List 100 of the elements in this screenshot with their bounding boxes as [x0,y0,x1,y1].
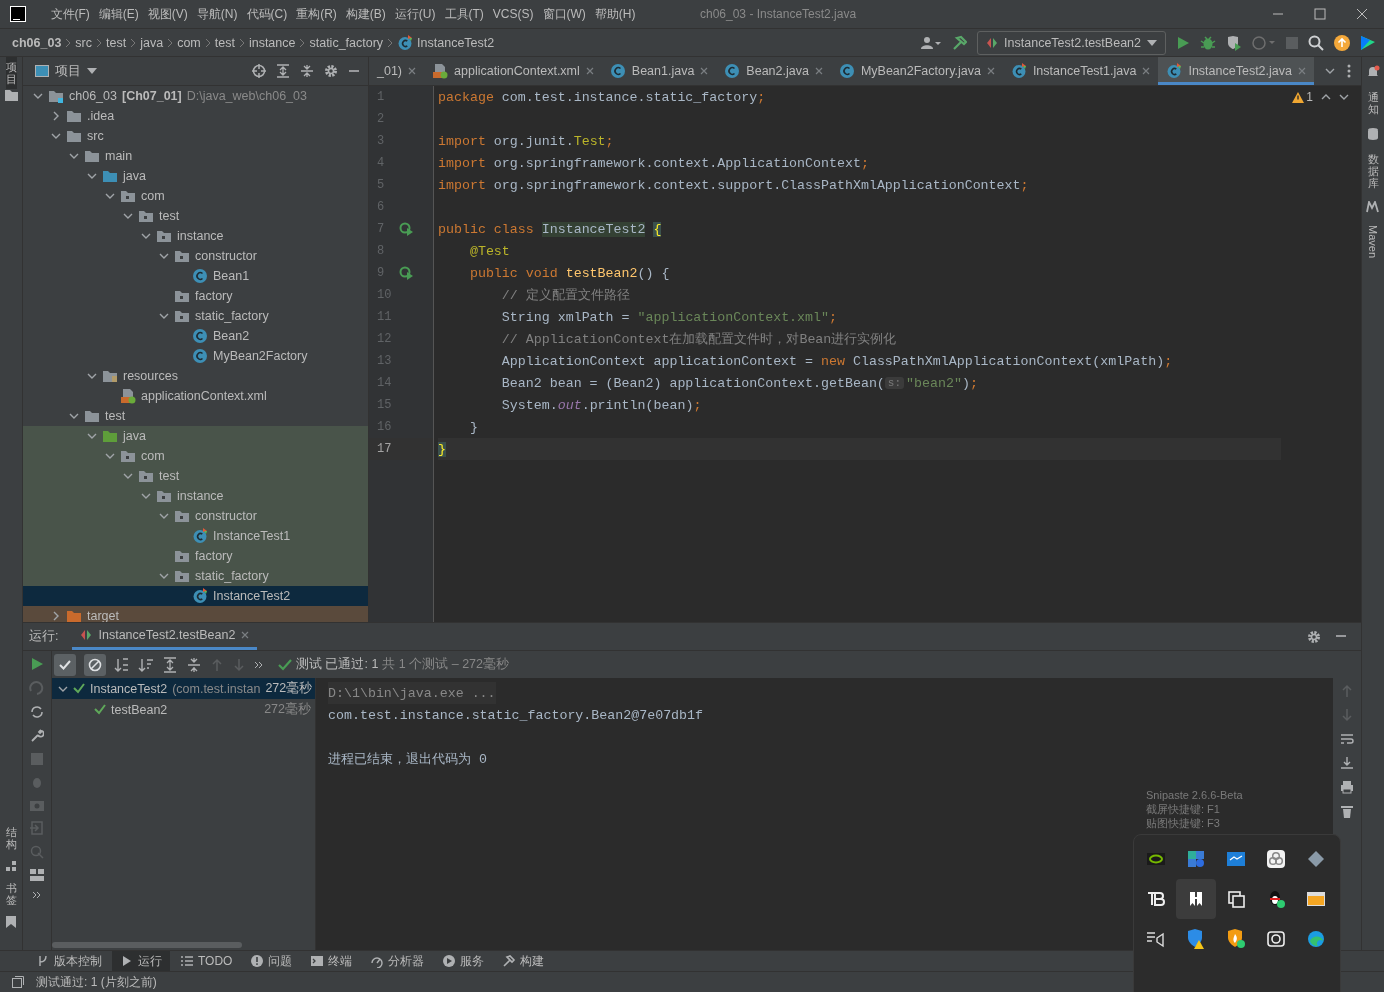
sort-duration-icon[interactable] [138,656,154,673]
tree-item[interactable]: ch06_03 [Ch07_01] D:\java_web\ch06_03 [23,86,368,106]
print-icon[interactable] [1340,780,1354,794]
close-icon[interactable] [408,67,417,75]
tree-item[interactable]: com [23,446,368,466]
maven-tool-tab[interactable]: Maven [1366,221,1380,263]
breadcrumb[interactable]: test [214,35,235,50]
breadcrumb[interactable]: test [106,35,127,50]
chevron-down-icon[interactable] [87,431,97,441]
tool-window-tab[interactable]: 运行 [112,951,170,971]
menu-item[interactable]: 视图(V) [143,5,193,23]
expand-all-icon[interactable] [276,64,290,78]
hammer-icon[interactable] [951,34,968,51]
editor-tab[interactable]: _01) [369,57,425,85]
chevron-down-icon[interactable] [105,191,115,201]
menu-item[interactable]: 窗口(W) [538,5,591,23]
editor-tab[interactable]: Bean2.java [716,57,831,85]
tree-item[interactable]: test [23,406,368,426]
tree-item[interactable]: InstanceTest1 [23,526,368,546]
notifications-tool-tab[interactable]: 通知 [1367,87,1379,120]
database-tool-tab[interactable]: 数据库 [1367,149,1379,194]
shield-warning-icon[interactable] [1185,928,1207,950]
tree-item[interactable]: main [23,146,368,166]
test-tree-item[interactable]: testBean2 272毫秒 [52,699,315,720]
tree-item[interactable]: static_factory [23,566,368,586]
tree-item[interactable]: factory [23,546,368,566]
layout-icon[interactable] [30,869,44,881]
editor-tab[interactable]: MyBean2Factory.java [830,57,1003,85]
breadcrumb[interactable]: InstanceTest2 [417,35,495,50]
shield-fire-icon[interactable] [1225,928,1247,950]
chevron-down-icon[interactable] [159,511,169,521]
database-icon[interactable] [1367,127,1379,142]
chevron-down-icon[interactable] [159,571,169,581]
menu-item[interactable]: 编辑(E) [94,5,144,23]
breadcrumb[interactable]: src [75,35,93,50]
update-icon[interactable] [1334,34,1350,51]
puzzle-icon[interactable] [1185,848,1207,870]
collapse-all-icon[interactable] [186,656,202,673]
menu-item[interactable]: 代码(C) [242,5,292,23]
chevron-down-icon[interactable] [141,231,151,241]
warning-count[interactable]: 1 [1292,90,1313,104]
tree-item[interactable]: factory [23,286,368,306]
tree-item[interactable]: target [23,606,368,622]
camera-icon[interactable] [1265,928,1287,950]
tree-item[interactable]: instance [23,226,368,246]
tree-item[interactable]: java [23,426,368,446]
close-icon[interactable] [1142,67,1151,75]
settings-icon[interactable] [324,64,338,78]
cloud-icon[interactable] [1265,848,1287,870]
bookmark-icon[interactable] [6,916,16,928]
panel-toggle-icon[interactable] [12,976,24,988]
rerun-icon[interactable] [30,657,44,671]
run-test-icon[interactable] [399,266,413,280]
sort-alpha-icon[interactable] [114,656,130,673]
locate-icon[interactable] [252,64,266,78]
shield-run-icon[interactable] [1226,34,1242,51]
tree-item[interactable]: src [23,126,368,146]
close-icon[interactable] [986,67,995,75]
close-icon[interactable] [814,67,823,75]
tree-item[interactable]: Bean1 [23,266,368,286]
tree-item[interactable]: Bean2 [23,326,368,346]
chevron-down-icon[interactable] [33,91,43,101]
run-icon[interactable] [1176,35,1190,50]
chevron-down-icon[interactable] [87,171,97,181]
menu-item[interactable]: 文件(F) [46,5,95,23]
menu-item[interactable]: 运行(U) [390,5,440,23]
more-chevrons-icon[interactable] [254,660,264,669]
chevron-down-icon[interactable] [123,211,133,221]
test-tree-item[interactable]: InstanceTest2 (com.test.instan 272毫秒 [52,678,315,699]
tool-window-tab[interactable]: 服务 [434,951,493,971]
run-config-dropdown[interactable]: InstanceTest2.testBean2 [977,30,1166,55]
chevron-down-icon[interactable] [87,371,97,381]
notification-bell-icon[interactable] [1366,65,1380,79]
tree-item[interactable]: constructor [23,246,368,266]
toggle-auto-test-icon[interactable] [30,705,44,719]
editor-tab[interactable]: applicationContext.xml [424,57,602,85]
bug-icon[interactable] [1200,34,1216,51]
menu-item[interactable]: 构建(B) [341,5,391,23]
chevron-up-icon[interactable] [1321,92,1331,102]
show-ignored-toggle[interactable] [84,653,106,676]
breadcrumb[interactable]: static_factory [309,35,384,50]
browser-icon[interactable] [1305,928,1327,950]
run-tab[interactable]: InstanceTest2.testBean2 [72,623,258,650]
close-icon[interactable] [700,67,709,75]
close-icon[interactable] [241,631,250,639]
maven-icon[interactable] [1366,201,1380,214]
chevron-down-icon[interactable] [69,411,79,421]
tree-item[interactable]: instance [23,486,368,506]
close-icon[interactable] [1356,8,1368,20]
tree-item[interactable]: InstanceTest2 [23,586,368,606]
menu-item[interactable]: 导航(N) [192,5,242,23]
copy-icon[interactable] [1225,888,1247,910]
structure-icon[interactable] [5,859,17,872]
tree-item[interactable]: constructor [23,506,368,526]
maximize-icon[interactable] [1314,8,1326,20]
tool-window-tab[interactable]: TODO [172,951,241,971]
tree-item[interactable]: java [23,166,368,186]
tool-window-tab[interactable]: 终端 [302,951,361,971]
search-icon[interactable] [1308,34,1324,51]
expand-all-icon[interactable] [162,656,178,673]
